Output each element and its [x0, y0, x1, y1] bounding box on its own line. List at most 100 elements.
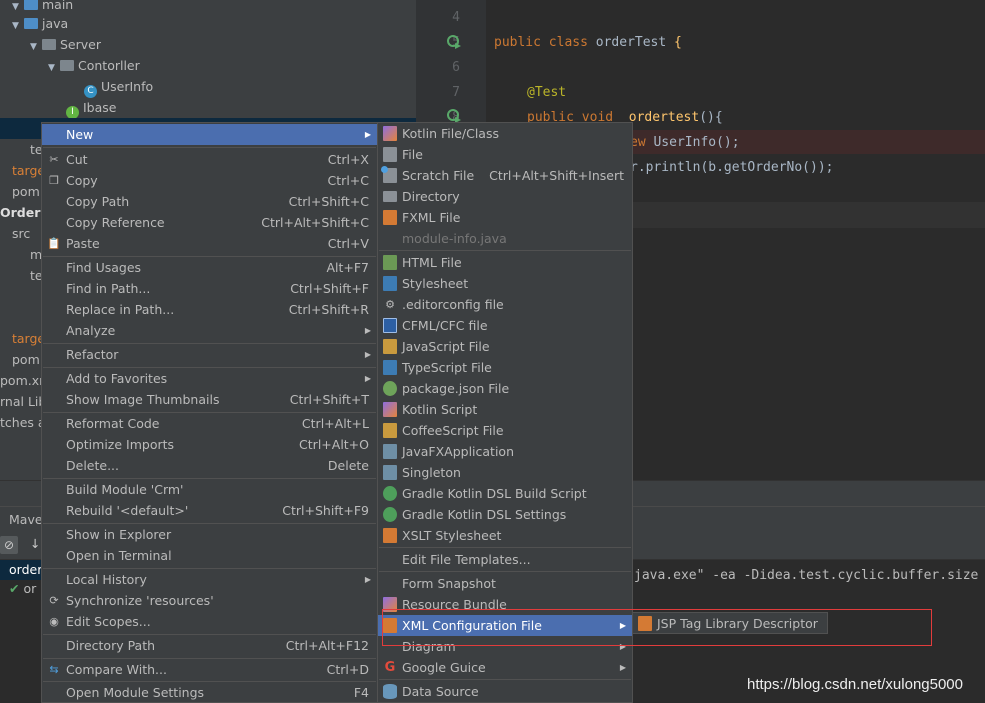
tree-node-contorller[interactable]: ▼ Contorller	[48, 55, 140, 76]
tree-node-userinfo[interactable]: C UserInfo	[84, 76, 153, 98]
menu-item-copy-path[interactable]: Copy Path Ctrl+Shift+C	[42, 191, 377, 212]
menu-item-analyze[interactable]: Analyze ▶	[42, 320, 377, 341]
menu-item-diagram[interactable]: Diagram ▶	[378, 636, 632, 657]
menu-item-gradle-build-script[interactable]: Gradle Kotlin DSL Build Script	[378, 483, 632, 504]
coffeescript-file-icon	[383, 423, 397, 438]
xslt-file-icon	[383, 528, 397, 543]
menu-item-editorconfig[interactable]: ⚙ .editorconfig file	[378, 294, 632, 315]
css-file-icon	[383, 276, 397, 291]
run-test-icon[interactable]	[446, 34, 462, 50]
submenu-arrow-icon: ▶	[364, 350, 371, 359]
tree-node-server[interactable]: ▼ Server	[30, 34, 101, 55]
menu-item-jsp-tag-library-descriptor[interactable]: JSP Tag Library Descriptor	[633, 613, 827, 634]
tree-node-cut[interactable]: pom.	[12, 349, 44, 370]
menu-item-copy-reference[interactable]: Copy Reference Ctrl+Alt+Shift+C	[42, 212, 377, 233]
tree-node-cut[interactable]: src	[12, 223, 30, 244]
submenu-arrow-icon: ▶	[619, 621, 626, 630]
expand-arrow-icon[interactable]: ▼	[30, 37, 42, 58]
expand-arrow-icon[interactable]: ▼	[48, 58, 60, 79]
menu-item-optimize-imports[interactable]: Optimize Imports Ctrl+Alt+O	[42, 434, 377, 455]
tree-node-cut[interactable]: Order	[0, 202, 40, 223]
menu-item-gradle-settings[interactable]: Gradle Kotlin DSL Settings	[378, 504, 632, 525]
menu-item-edit-scopes[interactable]: ◉ Edit Scopes...	[42, 611, 377, 632]
expand-arrow-icon[interactable]: ▼	[12, 16, 24, 37]
menu-separator	[43, 147, 376, 148]
menu-item-file[interactable]: File	[378, 144, 632, 165]
compare-icon: ⇆	[49, 663, 59, 676]
menu-item-new[interactable]: New ▶	[42, 124, 377, 145]
menu-item-html-file[interactable]: HTML File	[378, 252, 632, 273]
menu-item-open-module-settings[interactable]: Open Module Settings F4	[42, 682, 377, 703]
java-file-icon	[383, 465, 397, 480]
run-tree-selected[interactable]: order	[0, 560, 45, 580]
menu-separator	[379, 547, 631, 548]
folder-icon	[24, 0, 38, 10]
menu-item-xml-configuration-file[interactable]: XML Configuration File ▶	[378, 615, 632, 636]
menu-item-typescript-file[interactable]: TypeScript File	[378, 357, 632, 378]
menu-item-show-in-explorer[interactable]: Show in Explorer	[42, 524, 377, 545]
menu-item-kotlin-file[interactable]: Kotlin File/Class	[378, 123, 632, 144]
stop-icon[interactable]: ⊘	[0, 536, 18, 554]
menu-item-singleton[interactable]: Singleton	[378, 462, 632, 483]
menu-item-reformat-code[interactable]: Reformat Code Ctrl+Alt+L	[42, 413, 377, 434]
menu-item-google-guice[interactable]: G Google Guice ▶	[378, 657, 632, 678]
menu-item-copy[interactable]: ❐ Copy Ctrl+C	[42, 170, 377, 191]
menu-item-find-in-path[interactable]: Find in Path... Ctrl+Shift+F	[42, 278, 377, 299]
menu-item-replace-in-path[interactable]: Replace in Path... Ctrl+Shift+R	[42, 299, 377, 320]
menu-item-directory-path[interactable]: Directory Path Ctrl+Alt+F12	[42, 635, 377, 656]
menu-item-stylesheet[interactable]: Stylesheet	[378, 273, 632, 294]
menu-item-cfml-file[interactable]: CFML/CFC file	[378, 315, 632, 336]
menu-item-javafx-application[interactable]: JavaFXApplication	[378, 441, 632, 462]
kotlin-file-icon	[383, 126, 397, 141]
menu-item-edit-file-templates[interactable]: Edit File Templates...	[378, 549, 632, 570]
tree-node-cut[interactable]: tches a	[0, 412, 46, 433]
menu-item-cut[interactable]: ✂ Cut Ctrl+X	[42, 149, 377, 170]
menu-item-refactor[interactable]: Refactor ▶	[42, 344, 377, 365]
tab-maven[interactable]: Mave	[9, 512, 43, 527]
tree-node-ibase[interactable]: I Ibase	[66, 97, 116, 119]
menu-item-coffeescript-file[interactable]: CoffeeScript File	[378, 420, 632, 441]
menu-separator	[379, 679, 631, 680]
submenu-arrow-icon: ▶	[364, 575, 371, 584]
typescript-file-icon	[383, 360, 397, 375]
menu-item-paste[interactable]: 📋 Paste Ctrl+V	[42, 233, 377, 254]
line-number: 6	[452, 60, 460, 75]
menu-item-directory[interactable]: Directory	[378, 186, 632, 207]
database-icon	[383, 684, 397, 699]
menu-item-javascript-file[interactable]: JavaScript File	[378, 336, 632, 357]
menu-item-resource-bundle[interactable]: Resource Bundle	[378, 594, 632, 615]
menu-item-open-in-terminal[interactable]: Open in Terminal	[42, 545, 377, 566]
code-line-new[interactable]: ew UserInfo();	[630, 135, 740, 150]
menu-separator	[379, 250, 631, 251]
download-icon[interactable]: ↓	[30, 536, 40, 551]
menu-item-compare-with[interactable]: ⇆ Compare With... Ctrl+D	[42, 659, 377, 680]
menu-item-form-snapshot[interactable]: Form Snapshot	[378, 573, 632, 594]
context-menu: New ▶ ✂ Cut Ctrl+X ❐ Copy Ctrl+C Copy Path Ctr…	[41, 122, 378, 703]
menu-item-fxml-file[interactable]: FXML File	[378, 207, 632, 228]
menu-item-synchronize[interactable]: ⟳ Synchronize 'resources'	[42, 590, 377, 611]
code-line-annotation[interactable]: @Test	[527, 85, 566, 100]
menu-item-rebuild[interactable]: Rebuild '<default>' Ctrl+Shift+F9	[42, 500, 377, 521]
tree-node-java[interactable]: ▼ java	[12, 13, 68, 34]
tree-node-cut[interactable]: pom.	[12, 181, 44, 202]
menu-item-scratch-file[interactable]: Scratch File Ctrl+Alt+Shift+Insert	[378, 165, 632, 186]
menu-item-xslt-stylesheet[interactable]: XSLT Stylesheet	[378, 525, 632, 546]
javascript-file-icon	[383, 339, 397, 354]
tree-node-cut[interactable]: rnal Lib	[0, 391, 46, 412]
menu-item-add-to-favorites[interactable]: Add to Favorites ▶	[42, 368, 377, 389]
menu-item-local-history[interactable]: Local History ▶	[42, 569, 377, 590]
folder-icon	[24, 18, 38, 29]
menu-item-delete[interactable]: Delete... Delete	[42, 455, 377, 476]
run-tree-item[interactable]: ✔ or	[9, 581, 36, 596]
package-icon	[42, 39, 56, 50]
menu-item-find-usages[interactable]: Find Usages Alt+F7	[42, 257, 377, 278]
menu-item-kotlin-script[interactable]: Kotlin Script	[378, 399, 632, 420]
menu-item-package-json[interactable]: package.json File	[378, 378, 632, 399]
xml-file-icon	[638, 616, 652, 631]
check-icon: ✔	[9, 581, 20, 596]
code-line-println[interactable]: r.println(b.getOrderNo());	[630, 160, 834, 175]
menu-item-build-module[interactable]: Build Module 'Crm'	[42, 479, 377, 500]
menu-item-data-source[interactable]: Data Source	[378, 681, 632, 702]
code-line-class-decl[interactable]: public class orderTest {	[494, 35, 682, 50]
menu-item-show-thumbnails[interactable]: Show Image Thumbnails Ctrl+Shift+T	[42, 389, 377, 410]
